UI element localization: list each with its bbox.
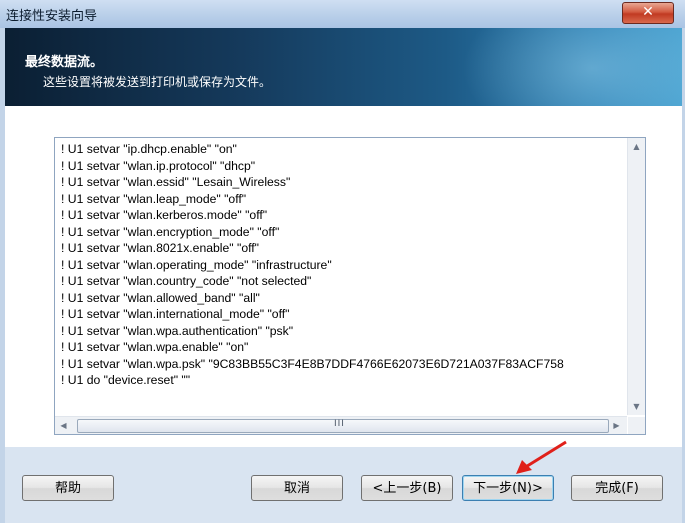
scroll-right-icon[interactable]: ▶	[608, 417, 625, 434]
data-stream-line: ! U1 setvar "wlan.ip.protocol" "dhcp"	[61, 158, 256, 173]
data-stream-text[interactable]: ! U1 setvar "ip.dhcp.enable" "on" ! U1 se…	[61, 141, 617, 399]
back-button[interactable]: <上一步(B)	[361, 475, 453, 501]
scroll-down-icon[interactable]: ▼	[628, 398, 645, 415]
data-stream-line: ! U1 setvar "wlan.international_mode" "o…	[61, 307, 290, 321]
vertical-scrollbar[interactable]: ▲ ▼	[627, 138, 645, 415]
annotation-arrow-icon	[516, 440, 567, 474]
title-bar: 连接性安装向导 ✕	[0, 0, 685, 28]
data-stream-line: ! U1 setvar "wlan.8021x.enable" "off"	[61, 241, 259, 255]
annotation-arrow-head	[516, 460, 532, 474]
scroll-left-icon[interactable]: ◀	[55, 417, 72, 434]
horizontal-scrollbar[interactable]: ◀ III ▶	[55, 416, 627, 434]
header-subtitle: 这些设置将被发送到打印机或保存为文件。	[43, 75, 272, 89]
wizard-window: 连接性安装向导 ✕ 最终数据流。 这些设置将被发送到打印机或保存为文件。 ! U…	[0, 0, 685, 523]
scrollbar-corner	[628, 417, 645, 434]
next-button[interactable]: 下一步(N)>	[462, 475, 554, 501]
finish-button[interactable]: 完成(F)	[571, 475, 663, 501]
data-stream-textbox[interactable]: ! U1 setvar "ip.dhcp.enable" "on" ! U1 se…	[54, 137, 646, 435]
close-icon: ✕	[642, 4, 654, 20]
horizontal-scroll-thumb[interactable]: III	[77, 419, 609, 433]
window-title: 连接性安装向导	[6, 9, 98, 24]
data-stream-line: ! U1 setvar "wlan.essid" "Lesain_Wireles…	[61, 175, 291, 189]
data-stream-line: ! U1 setvar "wlan.operating_mode" "infra…	[61, 257, 332, 272]
scroll-up-icon[interactable]: ▲	[628, 138, 645, 155]
data-stream-line: ! U1 setvar "ip.dhcp.enable" "on"	[61, 142, 237, 156]
data-stream-line: ! U1 setvar "wlan.allowed_band" "all"	[61, 290, 260, 305]
help-button[interactable]: 帮助	[22, 475, 114, 501]
wizard-header: 最终数据流。 这些设置将被发送到打印机或保存为文件。	[5, 28, 682, 106]
data-stream-line: ! U1 setvar "wlan.country_code" "not sel…	[61, 274, 312, 288]
cancel-button[interactable]: 取消	[251, 475, 343, 501]
data-stream-line: ! U1 setvar "wlan.wpa.enable" "on"	[61, 340, 249, 354]
data-stream-line: ! U1 do "device.reset" ""	[61, 373, 191, 387]
header-title: 最终数据流。	[25, 55, 104, 70]
header-decoration	[462, 28, 682, 106]
data-stream-line: ! U1 setvar "wlan.wpa.authentication" "p…	[61, 323, 294, 338]
data-stream-line: ! U1 setvar "wlan.kerberos.mode" "off"	[61, 208, 268, 222]
data-stream-line: ! U1 setvar "wlan.leap_mode" "off"	[61, 191, 247, 206]
data-stream-line: ! U1 setvar "wlan.encryption_mode" "off"	[61, 224, 280, 239]
annotation-arrow-shaft	[523, 440, 567, 470]
close-button[interactable]: ✕	[622, 2, 674, 24]
data-stream-line: ! U1 setvar "wlan.wpa.psk" "9C83BB55C3F4…	[61, 356, 564, 371]
scroll-grip-icon: III	[334, 419, 345, 429]
